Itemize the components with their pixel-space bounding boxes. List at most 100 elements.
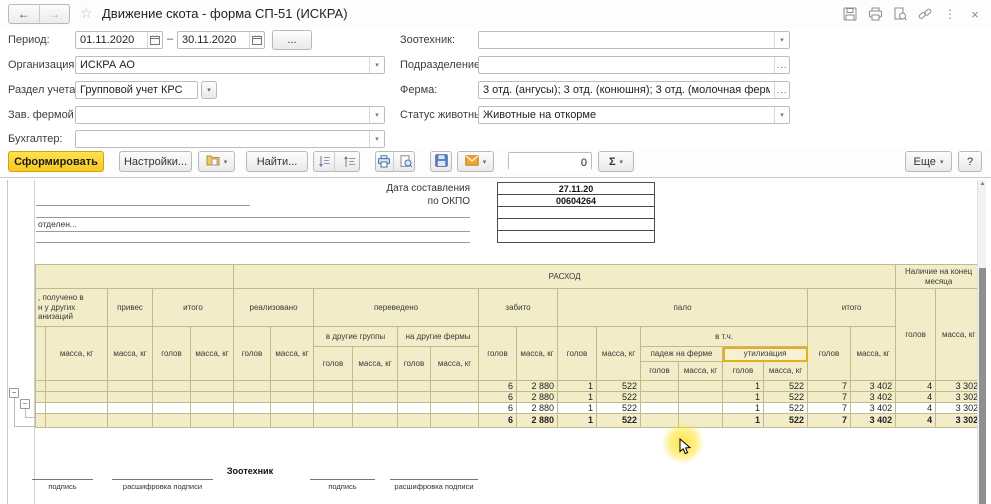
- report-cell[interactable]: [314, 403, 353, 414]
- report-cell[interactable]: 2 880: [517, 392, 558, 403]
- end-of-month-header[interactable]: Наличие на конец месяца: [896, 265, 982, 289]
- report-cell[interactable]: [353, 381, 398, 392]
- section-input[interactable]: [76, 82, 197, 98]
- calendar-icon[interactable]: [147, 32, 162, 48]
- status-input[interactable]: [479, 107, 774, 123]
- report-cell[interactable]: [234, 381, 271, 392]
- report-cell[interactable]: [108, 414, 153, 428]
- report-cell[interactable]: 3 402: [851, 403, 896, 414]
- report-cell[interactable]: 522: [597, 414, 641, 428]
- report-cell[interactable]: [36, 381, 46, 392]
- department-field[interactable]: ...: [478, 56, 790, 74]
- report-cell[interactable]: [36, 403, 46, 414]
- sold-header[interactable]: реализовано: [234, 289, 314, 327]
- empty-code-cell[interactable]: [498, 231, 654, 243]
- report-cell[interactable]: 522: [764, 403, 808, 414]
- chevron-down-icon[interactable]: ▾: [369, 57, 384, 73]
- report-cell[interactable]: 4: [896, 403, 936, 414]
- died-heads-header[interactable]: голов: [558, 327, 597, 381]
- section-dropdown-button[interactable]: ▾: [201, 81, 217, 99]
- save-icon[interactable]: [842, 6, 858, 22]
- report-cell[interactable]: 1: [723, 403, 764, 414]
- expense-total-header[interactable]: итого: [808, 289, 896, 327]
- report-cell[interactable]: [353, 414, 398, 428]
- report-cell[interactable]: 4: [896, 381, 936, 392]
- ellipsis-icon[interactable]: ...: [774, 57, 789, 73]
- report-cell[interactable]: [36, 392, 46, 403]
- generate-button[interactable]: Сформировать: [8, 151, 104, 172]
- farm-manager-field[interactable]: ▾: [75, 106, 385, 124]
- report-cell[interactable]: [153, 403, 191, 414]
- utilization-heads-header[interactable]: голов: [723, 362, 764, 381]
- report-cell[interactable]: [46, 392, 108, 403]
- okpo-value[interactable]: 00604264: [498, 195, 654, 207]
- empty-code-cell[interactable]: [498, 219, 654, 231]
- organization-field[interactable]: ▾: [75, 56, 385, 74]
- chevron-down-icon[interactable]: ▾: [369, 107, 384, 123]
- to-groups-mass-header[interactable]: масса, кг: [353, 347, 398, 381]
- report-cell[interactable]: [679, 403, 723, 414]
- end-heads-header[interactable]: голов: [896, 289, 936, 381]
- report-cell[interactable]: [271, 414, 314, 428]
- expense-total-heads-header[interactable]: голов: [808, 327, 851, 381]
- report-cell[interactable]: [46, 381, 108, 392]
- report-cell[interactable]: [431, 392, 479, 403]
- to-farms-header[interactable]: на другие фермы: [398, 327, 479, 347]
- moved-header[interactable]: переведено: [314, 289, 479, 327]
- report-cell[interactable]: [314, 414, 353, 428]
- collapse-group-button[interactable]: −: [9, 388, 19, 398]
- received-header[interactable]: , получено в н у других анизаций: [36, 289, 108, 327]
- report-cell[interactable]: [641, 403, 679, 414]
- gain-header[interactable]: привес: [108, 289, 153, 327]
- gain-mass-header[interactable]: масса, кг: [108, 327, 153, 381]
- report-variants-button[interactable]: ▾: [198, 151, 235, 172]
- died-mass-header[interactable]: масса, кг: [597, 327, 641, 381]
- collapse-groups-icon[interactable]: [314, 152, 335, 171]
- period-to-input[interactable]: [178, 32, 249, 48]
- report-cell[interactable]: [191, 392, 234, 403]
- report-cell[interactable]: 1: [558, 381, 597, 392]
- find-button[interactable]: Найти...: [246, 151, 308, 172]
- farm-manager-input[interactable]: [76, 107, 369, 123]
- report-cell[interactable]: [153, 381, 191, 392]
- counter-field[interactable]: [508, 152, 592, 170]
- report-cell[interactable]: [36, 414, 46, 428]
- report-cell[interactable]: 6: [479, 381, 517, 392]
- expense-total-mass-header[interactable]: масса, кг: [851, 327, 896, 381]
- expand-groups-icon[interactable]: [339, 152, 359, 171]
- report-cell[interactable]: [108, 392, 153, 403]
- expense-band-cell[interactable]: РАСХОД: [234, 265, 896, 289]
- close-icon[interactable]: ×: [967, 6, 983, 22]
- report-cell[interactable]: 522: [597, 403, 641, 414]
- report-cell[interactable]: 3 302: [936, 381, 982, 392]
- chevron-down-icon[interactable]: ▾: [369, 131, 384, 147]
- department-input[interactable]: [479, 57, 774, 73]
- settings-button[interactable]: Настройки...: [119, 151, 192, 172]
- counter-input[interactable]: [509, 155, 591, 171]
- save-result-button[interactable]: [430, 151, 452, 172]
- total-header[interactable]: итого: [153, 289, 234, 327]
- empty-code-cell[interactable]: [498, 207, 654, 219]
- slaughtered-header[interactable]: забито: [479, 289, 558, 327]
- report-cell[interactable]: [46, 414, 108, 428]
- report-cell[interactable]: 1: [558, 403, 597, 414]
- report-cell[interactable]: [271, 403, 314, 414]
- report-cell[interactable]: [153, 414, 191, 428]
- report-cell[interactable]: [314, 392, 353, 403]
- help-button[interactable]: ?: [958, 151, 982, 172]
- report-cell[interactable]: [271, 381, 314, 392]
- print-preview-icon[interactable]: [398, 152, 415, 171]
- report-cell[interactable]: [108, 403, 153, 414]
- accountant-input[interactable]: [76, 131, 369, 147]
- more-actions-button[interactable]: Еще ▾: [905, 151, 952, 172]
- farm-input[interactable]: [479, 82, 774, 98]
- back-button[interactable]: ←: [9, 5, 40, 23]
- report-cell[interactable]: [431, 381, 479, 392]
- report-cell[interactable]: [641, 392, 679, 403]
- accountant-field[interactable]: ▾: [75, 130, 385, 148]
- sold-heads-header[interactable]: голов: [234, 327, 271, 381]
- report-cell[interactable]: [191, 403, 234, 414]
- preview-icon[interactable]: [892, 6, 908, 22]
- report-cell[interactable]: [191, 414, 234, 428]
- death-heads-header[interactable]: голов: [641, 362, 679, 381]
